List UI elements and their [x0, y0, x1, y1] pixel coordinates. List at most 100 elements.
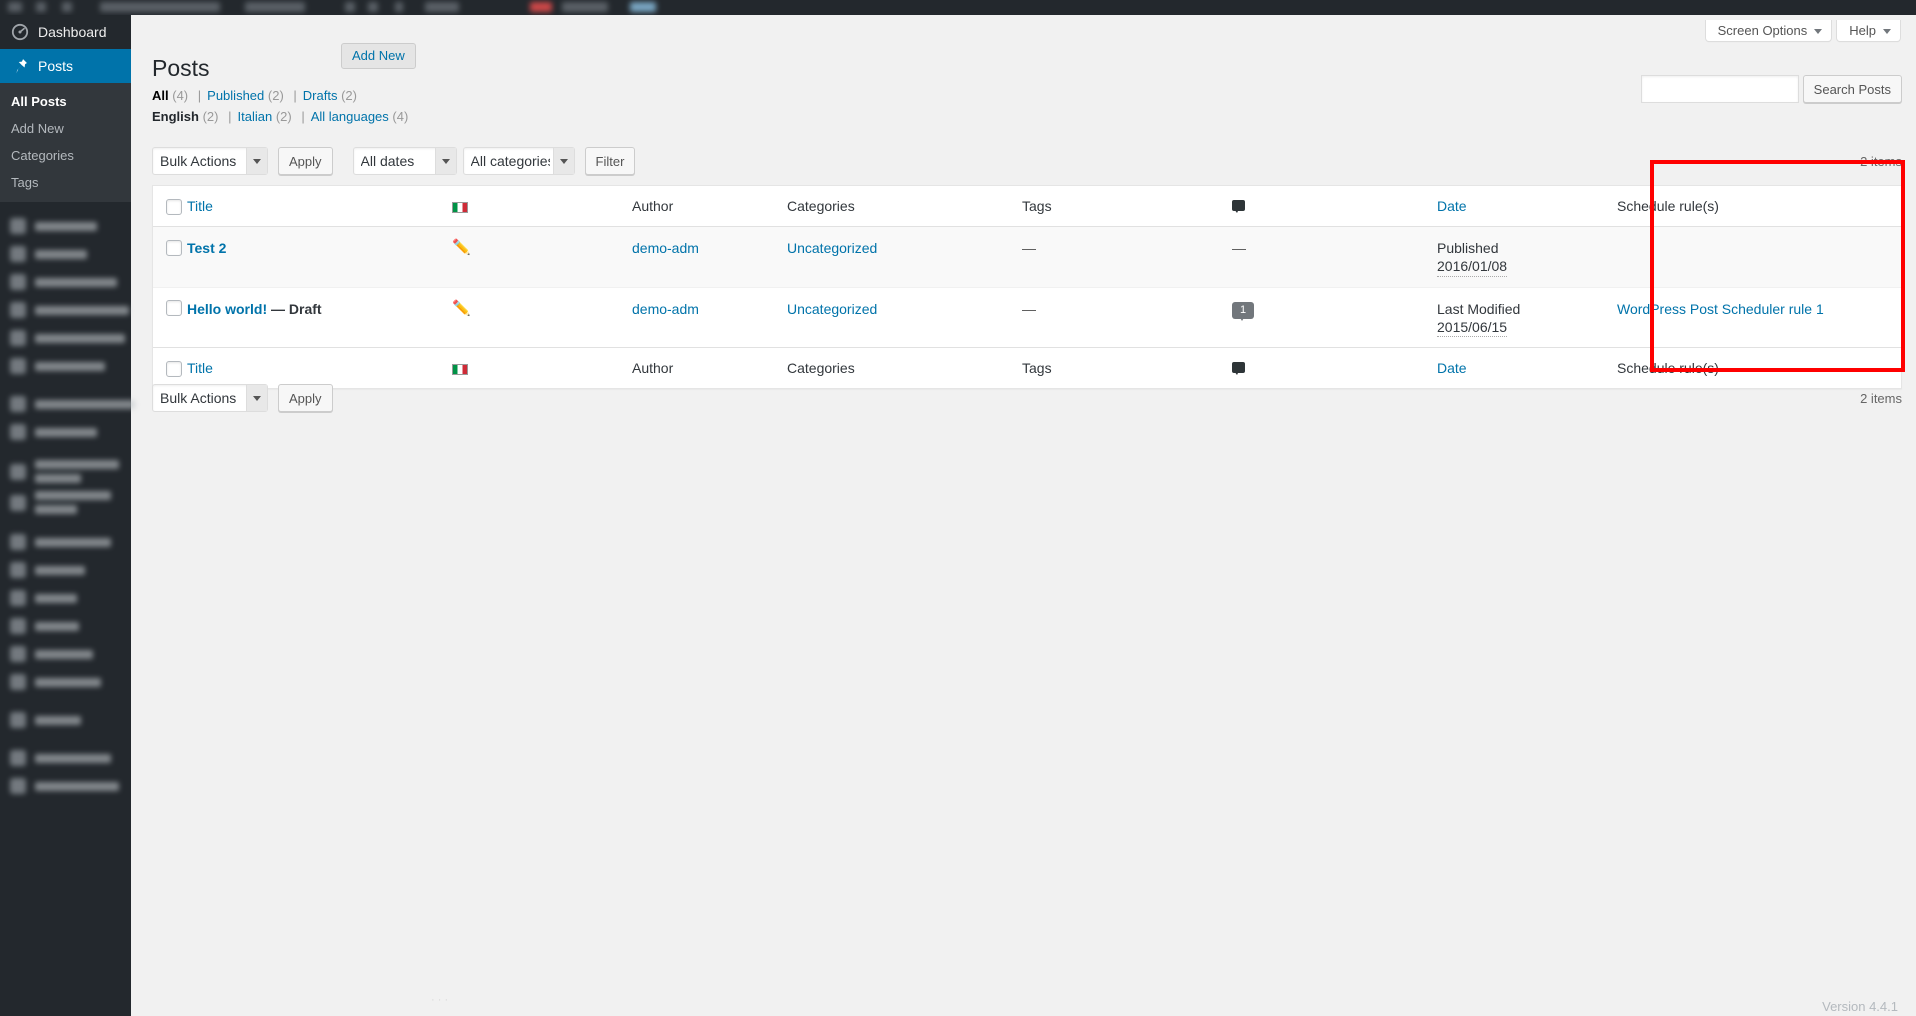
post-author-link[interactable]: demo-adm [632, 240, 699, 256]
add-new-button[interactable]: Add New [341, 43, 416, 69]
admin-bar[interactable] [0, 0, 1916, 15]
post-author-link[interactable]: demo-adm [632, 301, 699, 317]
status-filter-all[interactable]: All (4) | [152, 88, 207, 103]
bulk-actions-select-top[interactable]: Bulk Actions [152, 147, 268, 175]
post-category-link[interactable]: Uncategorized [787, 301, 877, 317]
sidebar-item-blurred[interactable] [0, 324, 131, 352]
status-filter-published[interactable]: Published (2) | [207, 88, 303, 103]
select-all-checkbox-bottom[interactable] [166, 361, 182, 378]
sidebar-item-blurred[interactable] [0, 612, 131, 640]
row-language-cell[interactable]: ✏️ [452, 288, 632, 347]
sidebar-item-blurred[interactable] [0, 268, 131, 296]
sidebar-item-blurred[interactable] [0, 418, 131, 446]
categories-select-wrap[interactable]: All categories [462, 147, 575, 175]
language-filter-list[interactable]: English (2) | Italian (2) | All language… [152, 109, 408, 124]
sidebar-blurred-items[interactable] [0, 212, 135, 800]
search-posts-button[interactable]: Search Posts [1802, 75, 1902, 103]
bulk-apply-button-top[interactable]: Apply [278, 147, 333, 175]
submenu-item-categories[interactable]: Categories [0, 142, 131, 169]
post-title-link[interactable]: Hello world! [187, 301, 267, 317]
language-filter-english-link[interactable]: English [152, 109, 199, 124]
search-box[interactable]: Search Posts [1640, 75, 1902, 103]
row-checkbox-cell[interactable] [153, 288, 187, 347]
help-button[interactable]: Help [1836, 20, 1901, 42]
bulk-actions-bottom[interactable]: Bulk Actions Apply [152, 384, 1902, 412]
column-header-title[interactable]: Title [187, 186, 452, 228]
pencil-icon[interactable]: ✏️ [452, 300, 471, 317]
bulk-actions-select-wrap-bottom[interactable]: Bulk Actions [152, 384, 268, 412]
sidebar-item-blurred[interactable] [0, 668, 131, 696]
sidebar-item-blurred[interactable] [0, 212, 131, 240]
row-categories-cell[interactable]: Uncategorized [787, 288, 1022, 347]
row-comments-cell[interactable]: 1 [1232, 288, 1437, 347]
bulk-actions-select-wrap[interactable]: Bulk Actions [152, 147, 268, 175]
submenu-item-add-new[interactable]: Add New [0, 115, 131, 142]
column-header-date[interactable]: Date [1437, 186, 1617, 228]
categories-filter-select[interactable]: All categories [462, 147, 575, 175]
column-footer-date-link[interactable]: Date [1437, 360, 1467, 376]
row-categories-cell[interactable]: Uncategorized [787, 227, 1022, 288]
screen-meta-links[interactable]: Screen Options Help [1704, 20, 1901, 42]
row-language-cell[interactable]: ✏️ [452, 227, 632, 288]
comment-count-badge[interactable]: 1 [1232, 301, 1254, 321]
status-filter-drafts[interactable]: Drafts (2) [303, 88, 357, 103]
posts-submenu[interactable]: All Posts Add New Categories Tags [0, 83, 131, 202]
sidebar-item-blurred[interactable] [0, 640, 131, 668]
column-footer-title-link[interactable]: Title [187, 360, 213, 376]
row-title-cell[interactable]: Test 2 [187, 227, 452, 288]
row-author-cell[interactable]: demo-adm [632, 288, 787, 347]
language-filter-italian-link[interactable]: Italian [237, 109, 272, 124]
sidebar-item-blurred[interactable] [0, 744, 131, 772]
sidebar-item-posts[interactable]: Posts [0, 49, 139, 83]
language-filter-all-link[interactable]: All languages [311, 109, 389, 124]
column-footer-title[interactable]: Title [187, 347, 452, 389]
bulk-actions-top[interactable]: Bulk Actions Apply All dates All categor… [152, 147, 1902, 175]
select-all-header[interactable] [153, 186, 187, 228]
bulk-apply-button-bottom[interactable]: Apply [278, 384, 333, 412]
row-select-checkbox[interactable] [166, 299, 182, 316]
bulk-actions-select-bottom[interactable]: Bulk Actions [152, 384, 268, 412]
dates-filter-select[interactable]: All dates [352, 147, 457, 175]
filter-button[interactable]: Filter [584, 147, 636, 175]
column-footer-date[interactable]: Date [1437, 347, 1617, 389]
pencil-icon[interactable]: ✏️ [452, 239, 471, 256]
status-filter-all-link[interactable]: All [152, 88, 169, 103]
submenu-item-all-posts[interactable]: All Posts [0, 88, 131, 115]
row-select-checkbox[interactable] [166, 239, 182, 256]
submenu-item-tags[interactable]: Tags [0, 169, 131, 196]
sidebar-item-blurred[interactable] [0, 556, 131, 584]
language-filter-all[interactable]: All languages (4) [311, 109, 409, 124]
row-author-cell[interactable]: demo-adm [632, 227, 787, 288]
post-title-link[interactable]: Test 2 [187, 240, 226, 256]
schedule-rule-link[interactable]: WordPress Post Scheduler rule 1 [1617, 301, 1824, 317]
post-category-link[interactable]: Uncategorized [787, 240, 877, 256]
select-all-checkbox-top[interactable] [166, 199, 182, 216]
sidebar-item-blurred[interactable] [0, 456, 131, 487]
sidebar-item-blurred[interactable] [0, 528, 131, 556]
search-input[interactable] [1640, 75, 1799, 103]
admin-sidebar[interactable]: Dashboard Posts All Posts Add New Catego… [0, 15, 139, 1016]
language-filter-english[interactable]: English (2) | [152, 109, 237, 124]
row-title-cell[interactable]: Hello world! — Draft [187, 288, 452, 347]
column-header-date-link[interactable]: Date [1437, 198, 1467, 214]
select-all-footer[interactable] [153, 347, 187, 389]
status-filter-published-link[interactable]: Published [207, 88, 264, 103]
dates-select-wrap[interactable]: All dates [352, 147, 457, 175]
sidebar-item-blurred[interactable] [0, 584, 131, 612]
row-schedule-rules-cell[interactable]: WordPress Post Scheduler rule 1 [1617, 288, 1901, 347]
status-filter-list[interactable]: All (4) | Published (2) | Drafts (2) [152, 88, 357, 103]
table-row[interactable]: Test 2 ✏️ demo-adm Uncategorized — — Pub… [153, 227, 1901, 288]
status-filter-drafts-link[interactable]: Drafts [303, 88, 338, 103]
column-header-title-link[interactable]: Title [187, 198, 213, 214]
sidebar-item-blurred[interactable] [0, 772, 131, 800]
sidebar-item-blurred[interactable] [0, 296, 131, 324]
language-filter-italian[interactable]: Italian (2) | [237, 109, 310, 124]
screen-options-button[interactable]: Screen Options [1704, 20, 1833, 42]
sidebar-item-blurred[interactable] [0, 390, 135, 418]
sidebar-item-blurred[interactable] [0, 240, 131, 268]
table-row[interactable]: Hello world! — Draft ✏️ demo-adm Uncateg… [153, 287, 1901, 348]
sidebar-item-dashboard[interactable]: Dashboard [0, 15, 131, 49]
sidebar-item-blurred[interactable] [0, 706, 131, 734]
sidebar-item-blurred[interactable] [0, 352, 131, 380]
sidebar-item-blurred[interactable] [0, 487, 131, 518]
